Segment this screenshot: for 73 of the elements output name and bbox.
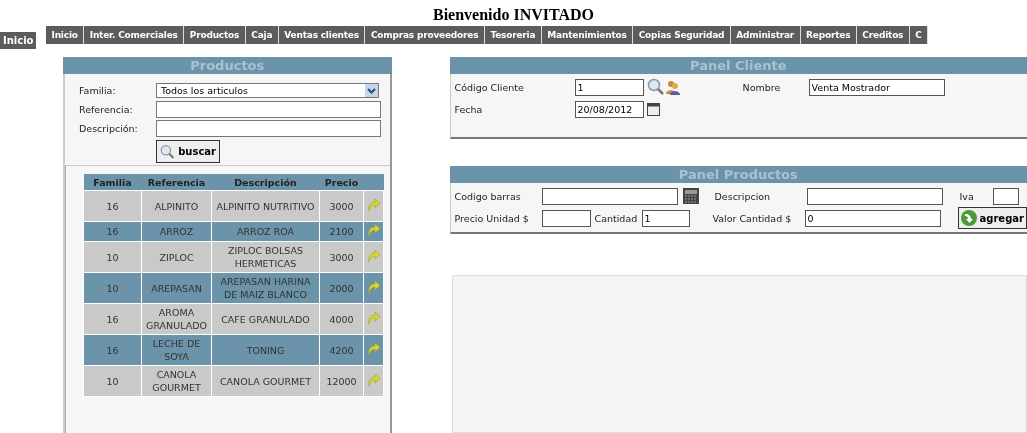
field-label: Código Cliente bbox=[454, 81, 525, 93]
menu-item[interactable]: Reportes bbox=[800, 26, 857, 44]
column-header: Familia bbox=[83, 174, 142, 191]
menu-item[interactable]: Compras proveedores bbox=[365, 26, 485, 44]
menu-item[interactable]: Mantenimientos bbox=[541, 26, 634, 44]
input-field[interactable] bbox=[156, 120, 381, 137]
menu-item[interactable]: Creditos bbox=[856, 26, 910, 44]
search-button[interactable]: buscar bbox=[156, 140, 220, 163]
table-cell: AREPASAN bbox=[141, 272, 212, 304]
add-button[interactable]: agregar bbox=[957, 207, 1027, 229]
table-cell: 16 bbox=[83, 303, 142, 335]
menu-item[interactable]: Productos bbox=[184, 26, 246, 44]
field-label: Nombre bbox=[742, 81, 782, 93]
field-label: Iva bbox=[959, 190, 975, 202]
menu-item[interactable]: Caja bbox=[245, 26, 279, 44]
menu-item[interactable]: Tesoreria bbox=[484, 26, 542, 44]
field-label: Cantidad bbox=[594, 212, 639, 224]
table-cell: ALPINITO bbox=[141, 190, 212, 222]
input-field[interactable] bbox=[992, 187, 1019, 205]
input-field[interactable] bbox=[541, 187, 678, 205]
table-cell: TONING bbox=[211, 334, 320, 366]
page-title: Bienvenido INVITADO bbox=[431, 6, 596, 25]
input-field[interactable] bbox=[806, 187, 943, 205]
table-cell: AREPASAN HARINA DE MAIZ BLANCO bbox=[211, 272, 320, 304]
table-cell: 16 bbox=[83, 190, 142, 222]
input-field[interactable]: 20/08/2012 bbox=[574, 100, 644, 118]
menu-item[interactable]: Ventas clientes bbox=[278, 26, 366, 44]
field-label: Descripcion bbox=[714, 190, 772, 202]
table-cell: ALPINITO NUTRITIVO bbox=[211, 190, 320, 222]
users-icon[interactable] bbox=[664, 79, 681, 95]
column-header: Referencia bbox=[141, 174, 212, 191]
search-icon bbox=[646, 78, 665, 96]
input-field[interactable] bbox=[541, 209, 591, 227]
search-icon bbox=[160, 142, 176, 161]
calendar-icon[interactable] bbox=[646, 102, 660, 116]
table-cell: ZIPLOC BOLSAS HERMETICAS bbox=[211, 241, 320, 273]
field-label: Referencia: bbox=[79, 104, 134, 115]
table-cell: LECHE DE SOYA bbox=[141, 334, 212, 366]
table-cell: 10 bbox=[83, 241, 142, 273]
column-header: Precio bbox=[319, 174, 364, 191]
family-select[interactable]: Todos los articulos bbox=[156, 83, 379, 98]
menu-item[interactable]: Administrar bbox=[730, 26, 801, 44]
input-field[interactable]: 0 bbox=[804, 209, 941, 227]
calculator-icon[interactable] bbox=[682, 188, 699, 204]
field-label: Valor Cantidad $ bbox=[712, 212, 793, 224]
field-label: Codigo barras bbox=[454, 190, 522, 202]
input-field[interactable] bbox=[156, 101, 381, 118]
input-field[interactable]: 1 bbox=[574, 78, 644, 96]
home-tab[interactable]: Inicio bbox=[0, 32, 36, 49]
table-cell: 16 bbox=[83, 334, 142, 366]
menu-item[interactable]: Copias Seguridad bbox=[633, 26, 731, 44]
panel-header: Panel Cliente bbox=[449, 57, 1027, 74]
input-field[interactable]: 1 bbox=[641, 209, 690, 227]
field-label: Descripción: bbox=[79, 123, 139, 134]
dropdown-icon bbox=[365, 84, 378, 97]
table-cell: CANOLA GOURMET bbox=[141, 365, 212, 397]
table-cell: 10 bbox=[83, 272, 142, 304]
table-cell: ZIPLOC bbox=[141, 241, 212, 273]
input-field[interactable]: Venta Mostrador bbox=[808, 78, 945, 96]
table-cell: 3000 bbox=[319, 190, 364, 222]
table-cell: CAFE GRANULADO bbox=[211, 303, 320, 335]
menu-item[interactable]: Inter. Comerciales bbox=[84, 26, 185, 44]
table-cell: 16 bbox=[83, 221, 142, 242]
field-label: Precio Unidad $ bbox=[454, 212, 530, 224]
panel-header: Productos bbox=[63, 57, 392, 74]
field-label: Fecha bbox=[454, 103, 484, 115]
table-cell: AROMA GRANULADO bbox=[141, 303, 212, 335]
menu-item[interactable]: Inicio bbox=[46, 26, 85, 44]
table-cell: CANOLA GOURMET bbox=[211, 365, 320, 397]
field-label: Familia: bbox=[79, 85, 117, 96]
table-cell: 10 bbox=[83, 365, 142, 397]
column-header: Descripción bbox=[211, 174, 320, 191]
panel-header: Panel Productos bbox=[449, 166, 1027, 183]
